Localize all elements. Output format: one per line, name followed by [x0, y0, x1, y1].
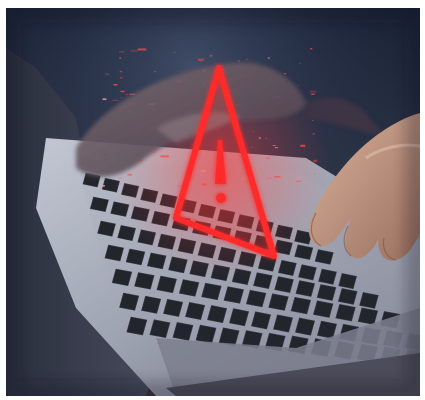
hologram-particle [274, 147, 278, 149]
hologram-particle [197, 58, 205, 61]
hologram-particle [298, 85, 300, 86]
keyboard-key [298, 264, 317, 281]
keyboard-key [201, 282, 222, 301]
hologram-particle [296, 180, 302, 183]
hologram-particle [266, 177, 272, 179]
hologram-particle [265, 137, 268, 140]
keyboard-key [313, 300, 334, 318]
hologram-particle [313, 173, 316, 175]
hologram-particle [127, 173, 132, 176]
hologram-particle [104, 73, 110, 75]
hologram-particle [118, 50, 125, 53]
hologram-particle [266, 157, 270, 160]
keyboard-key [357, 307, 379, 325]
hologram-particle [309, 90, 317, 93]
keyboard-key [278, 259, 297, 276]
keyboard-key [274, 276, 294, 293]
keyboard-key [104, 244, 125, 262]
keyboard-key [335, 303, 356, 322]
hologram-particle [267, 57, 270, 59]
hologram-particle [274, 176, 281, 178]
hologram-particle [154, 71, 156, 73]
keyboard-key [89, 196, 109, 213]
hologram-particle [309, 48, 313, 50]
hologram-particle [252, 131, 255, 132]
hologram-particle [119, 77, 123, 79]
hologram-particle [312, 133, 315, 135]
hologram-particle [160, 155, 169, 158]
hologram-particle [313, 159, 318, 163]
hologram-particle [250, 147, 253, 148]
hologram-particle [209, 55, 213, 57]
hologram-particle [125, 93, 128, 95]
hologram-particle [120, 97, 122, 99]
hologram-particle [300, 144, 306, 147]
keyboard-key [97, 220, 116, 237]
exclamation-dot [216, 193, 226, 203]
hologram-particle [137, 48, 147, 51]
keyboard-key [178, 279, 200, 297]
keyboard-key [156, 275, 177, 294]
keyboard-key [223, 286, 244, 304]
keyboard-key [125, 248, 146, 266]
keyboard-key [134, 272, 155, 290]
keyboard-key [268, 293, 289, 311]
keyboard-key [337, 288, 358, 305]
keyboard-key [318, 268, 337, 285]
hologram-particle [311, 93, 315, 95]
hologram-particle [173, 51, 177, 53]
keyboard-key [359, 292, 379, 309]
photo-frame [6, 8, 420, 396]
hologram-particle [101, 184, 105, 187]
hologram-particle [245, 58, 249, 61]
hologram-particle [118, 177, 123, 179]
hologram-particle [299, 62, 302, 65]
keyboard-key [314, 249, 334, 265]
keyboard-key [245, 289, 267, 308]
hologram-particle [272, 145, 276, 146]
hologram-particle [119, 57, 122, 59]
keyboard-key [290, 296, 312, 315]
hologram-particle [119, 70, 123, 73]
hologram-particle [112, 99, 119, 102]
hologram-particle [102, 98, 107, 101]
hologram-particle [238, 60, 241, 62]
keyboard-key [338, 273, 357, 290]
hologram-particle [258, 137, 261, 139]
keyboard-key [111, 268, 133, 287]
hologram-particle [312, 120, 314, 121]
hologram-particle [130, 49, 138, 52]
keyboard-key [295, 280, 316, 297]
keyboard-key [253, 272, 273, 289]
hologram-particle [283, 72, 287, 75]
hologram-particle [113, 83, 118, 86]
photo-scene [6, 8, 420, 396]
hologram-particle [120, 90, 125, 93]
keyboard-key [316, 284, 337, 301]
